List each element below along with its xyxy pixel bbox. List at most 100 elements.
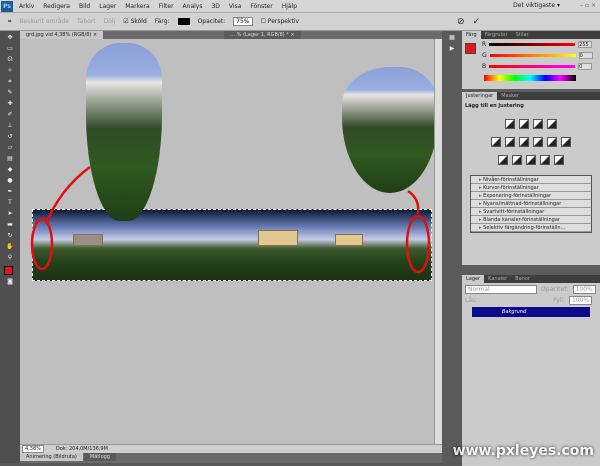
- red-slider[interactable]: R 255: [462, 39, 600, 50]
- red-value[interactable]: 255: [578, 41, 593, 48]
- invert-icon[interactable]: [498, 155, 508, 165]
- tab-swatches[interactable]: Färgrutor: [481, 31, 512, 39]
- menu-filter[interactable]: Filter: [159, 3, 174, 10]
- zoom-level-field[interactable]: 4,38%: [22, 445, 44, 453]
- green-value[interactable]: 0: [578, 52, 593, 59]
- tab-paths[interactable]: Banor: [511, 275, 534, 283]
- color-spectrum[interactable]: [484, 75, 576, 81]
- green-slider[interactable]: G0: [462, 50, 600, 61]
- eyedropper-icon[interactable]: ✎: [4, 89, 16, 97]
- preset-channel-mixer[interactable]: Blanda kanaler-förinställningar: [471, 216, 591, 224]
- opacity-field[interactable]: 75%: [233, 17, 253, 26]
- selective-color-icon[interactable]: [554, 155, 564, 165]
- menu-fonster[interactable]: Fönster: [250, 3, 272, 10]
- history-brush-icon[interactable]: ↺: [4, 133, 16, 141]
- menu-3d[interactable]: 3D: [211, 3, 219, 10]
- shield-checkbox[interactable]: ☑ Sköld: [123, 18, 147, 25]
- type-tool-icon[interactable]: T: [4, 199, 16, 207]
- tab-styles[interactable]: Stilar: [512, 31, 533, 39]
- menu-markera[interactable]: Markera: [125, 3, 149, 10]
- curves-icon[interactable]: [533, 119, 543, 129]
- crop-tool-icon[interactable]: ⌗: [4, 78, 16, 86]
- color-balance-icon[interactable]: [519, 137, 529, 147]
- blur-tool-icon[interactable]: ◆: [4, 166, 16, 174]
- crop-tool-icon[interactable]: ⌗: [8, 18, 11, 26]
- menu-analys[interactable]: Analys: [183, 3, 203, 10]
- workspace-switcher[interactable]: Det viktigaste ▾: [513, 2, 560, 9]
- tab-color[interactable]: Färg: [462, 31, 481, 39]
- foreground-swatch[interactable]: [465, 43, 476, 54]
- channel-mixer-icon[interactable]: [561, 137, 571, 147]
- preset-exposure[interactable]: Exponering-förinställningar: [471, 192, 591, 200]
- history-panel-icon[interactable]: ▦: [446, 34, 458, 42]
- menu-bild[interactable]: Bild: [79, 3, 90, 10]
- menu-visa[interactable]: Visa: [229, 3, 241, 10]
- shape-tool-icon[interactable]: ▬: [4, 221, 16, 229]
- foreground-color[interactable]: [4, 266, 13, 275]
- threshold-icon[interactable]: [526, 155, 536, 165]
- menu-lager[interactable]: Lager: [99, 3, 116, 10]
- dodge-tool-icon[interactable]: ●: [4, 177, 16, 185]
- eraser-icon[interactable]: ▱: [4, 144, 16, 152]
- cropped-area-label: Beskurit område: [19, 18, 69, 25]
- pen-tool-icon[interactable]: ✒: [4, 188, 16, 196]
- brush-tool-icon[interactable]: ✐: [4, 111, 16, 119]
- blue-slider[interactable]: B0: [462, 61, 600, 72]
- blue-value[interactable]: 0: [578, 63, 593, 70]
- magic-wand-icon[interactable]: ✧: [4, 67, 16, 75]
- tab-grd-jpg[interactable]: grd.jpg vid 4,38% (RGB/8) ×: [20, 31, 104, 39]
- path-select-icon[interactable]: ➤: [4, 210, 16, 218]
- posterize-icon[interactable]: [512, 155, 522, 165]
- tab-layers[interactable]: Lager: [462, 275, 485, 283]
- toolbox: ✥ ▭ ᘏ ✧ ⌗ ✎ ✚ ✐ ⊥ ↺ ▱ ▤ ◆ ● ✒ T ➤ ▬ ↻ ✋ …: [0, 31, 20, 463]
- delete-radio[interactable]: Tabort: [77, 18, 96, 25]
- black-white-icon[interactable]: [533, 137, 543, 147]
- panel-dock: Färg Färgrutor Stilar R 255 G0 B0 Justeri…: [462, 31, 600, 466]
- layer-row-background[interactable]: Bakgrund: [472, 307, 590, 317]
- canvas[interactable]: [20, 39, 434, 444]
- preset-black-white[interactable]: Svartvitt-förinställningar: [471, 208, 591, 216]
- layer-opacity-field[interactable]: 100%: [572, 285, 596, 294]
- tab-layer1-doc[interactable]: … % (Lager 1, RGB/8) * ×: [224, 31, 301, 39]
- 3d-rotate-icon[interactable]: ↻: [4, 232, 16, 240]
- hand-tool-icon[interactable]: ✋: [4, 243, 16, 251]
- shield-color-swatch[interactable]: [177, 18, 190, 25]
- vertical-scrollbar[interactable]: [434, 39, 442, 444]
- layers-panel-tabs: Lager Kanaler Banor: [462, 275, 600, 283]
- tab-adjustments[interactable]: Justeringar: [462, 92, 498, 100]
- marquee-tool-icon[interactable]: ▭: [4, 45, 16, 53]
- tab-masks[interactable]: Masker: [497, 92, 523, 100]
- lasso-tool-icon[interactable]: ᘏ: [4, 56, 16, 64]
- gradient-tool-icon[interactable]: ▤: [4, 155, 16, 163]
- window-controls[interactable]: – ▫ ×: [580, 2, 596, 9]
- gradient-map-icon[interactable]: [540, 155, 550, 165]
- brightness-icon[interactable]: [505, 119, 515, 129]
- menu-hjalp[interactable]: Hjälp: [282, 3, 297, 10]
- preset-selective-color[interactable]: Selektiv färgändring-förinställn...: [471, 224, 591, 232]
- menu-redigera[interactable]: Redigera: [43, 3, 70, 10]
- photo-filter-icon[interactable]: [547, 137, 557, 147]
- preset-levels[interactable]: Nivåer-förinställningar: [471, 176, 591, 184]
- quick-mask-icon[interactable]: ◙: [4, 278, 16, 286]
- hide-radio[interactable]: Dölj: [104, 18, 116, 25]
- preset-curves[interactable]: Kurvor-förinställningar: [471, 184, 591, 192]
- healing-brush-icon[interactable]: ✚: [4, 100, 16, 108]
- preset-hue-saturation[interactable]: Nyans/mättnad-förinställningar: [471, 200, 591, 208]
- actions-panel-icon[interactable]: ▶: [446, 45, 458, 53]
- hue-saturation-icon[interactable]: [505, 137, 515, 147]
- blend-mode-select[interactable]: Normal: [465, 285, 537, 294]
- tab-animation[interactable]: Animering (Bildruta): [20, 453, 83, 461]
- exposure-icon[interactable]: [547, 119, 557, 129]
- menu-arkiv[interactable]: Arkiv: [19, 3, 34, 10]
- cancel-icon[interactable]: ⊘: [457, 17, 465, 27]
- tab-measurement-log[interactable]: Mätlogg: [83, 453, 116, 461]
- commit-icon[interactable]: ✓: [473, 17, 481, 27]
- perspective-checkbox[interactable]: ☐ Perspektiv: [261, 18, 300, 25]
- levels-icon[interactable]: [519, 119, 529, 129]
- tab-channels[interactable]: Kanaler: [484, 275, 511, 283]
- clone-stamp-icon[interactable]: ⊥: [4, 122, 16, 130]
- fill-field[interactable]: 100%: [568, 296, 593, 305]
- move-tool-icon[interactable]: ✥: [4, 34, 16, 42]
- zoom-tool-icon[interactable]: ⚲: [4, 254, 16, 262]
- vibrance-icon[interactable]: [491, 137, 501, 147]
